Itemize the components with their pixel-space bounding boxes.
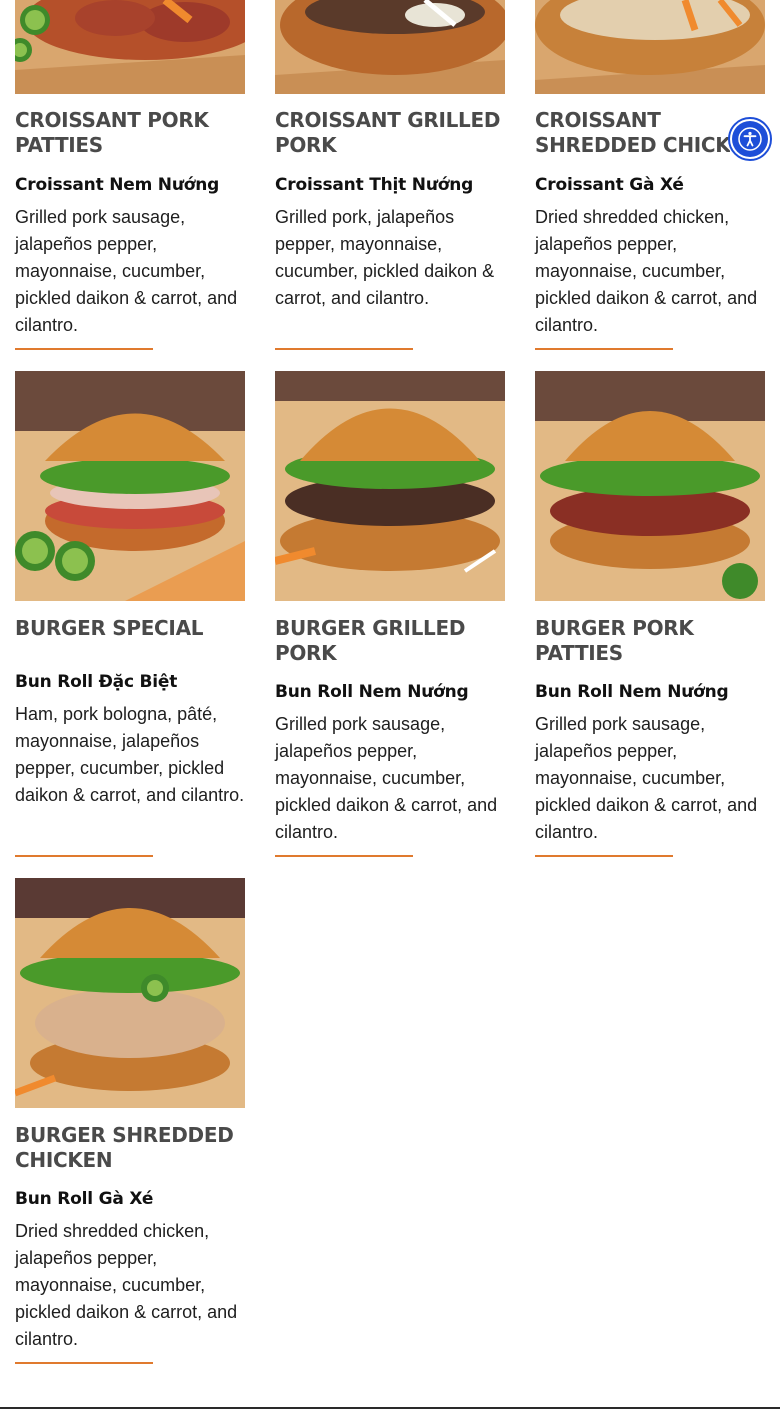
accessibility-button[interactable] (728, 117, 772, 161)
divider (535, 855, 673, 857)
item-subtitle: Bun Roll Đặc Biệt (15, 672, 178, 692)
divider (15, 1362, 153, 1364)
item-subtitle: Croissant Nem Nướng (15, 175, 220, 195)
item-title: BURGER SHREDDED CHICKEN (15, 1123, 234, 1172)
item-title: BURGER PORK PATTIES (535, 616, 694, 665)
item-description: Ham, pork bologna, pâté, mayonnaise, jal… (15, 704, 245, 805)
accessibility-icon (732, 121, 768, 157)
divider (535, 348, 673, 350)
item-title: CROISSANT GRILLED PORK (275, 108, 501, 157)
item-description: Dried shredded chicken, jalapeños pepper… (15, 1221, 238, 1349)
burger-photo (535, 371, 765, 601)
burger-photo (275, 371, 505, 601)
item-subtitle: Bun Roll Nem Nướng (535, 682, 729, 702)
item-description: Grilled pork sausage, jalapeños pepper, … (535, 714, 758, 842)
item-subtitle: Bun Roll Gà Xé (15, 1189, 154, 1209)
item-subtitle: Bun Roll Nem Nướng (275, 682, 469, 702)
burger-photo (15, 878, 245, 1108)
divider (15, 855, 153, 857)
item-description: Grilled pork sausage, jalapeños pepper, … (15, 207, 238, 335)
item-description: Dried shredded chicken, jalapeños pepper… (535, 207, 758, 335)
croissant-photo (15, 0, 245, 94)
item-title: CROISSANT PORK PATTIES (15, 108, 209, 157)
item-title: CROISSANT SHREDDED CHICKEN (535, 108, 730, 157)
croissant-photo (275, 0, 505, 94)
divider (15, 348, 153, 350)
burger-photo (15, 371, 245, 601)
croissant-photo (535, 0, 765, 94)
divider (275, 855, 413, 857)
divider (275, 348, 413, 350)
item-subtitle: Croissant Thịt Nướng (275, 175, 474, 195)
item-title: BURGER GRILLED PORK (275, 616, 466, 665)
item-title: BURGER SPECIAL (15, 616, 204, 640)
item-description: Grilled pork, jalapeños pepper, mayonnai… (275, 207, 495, 308)
item-subtitle: Croissant Gà Xé (535, 175, 684, 195)
item-description: Grilled pork sausage, jalapeños pepper, … (275, 714, 498, 842)
